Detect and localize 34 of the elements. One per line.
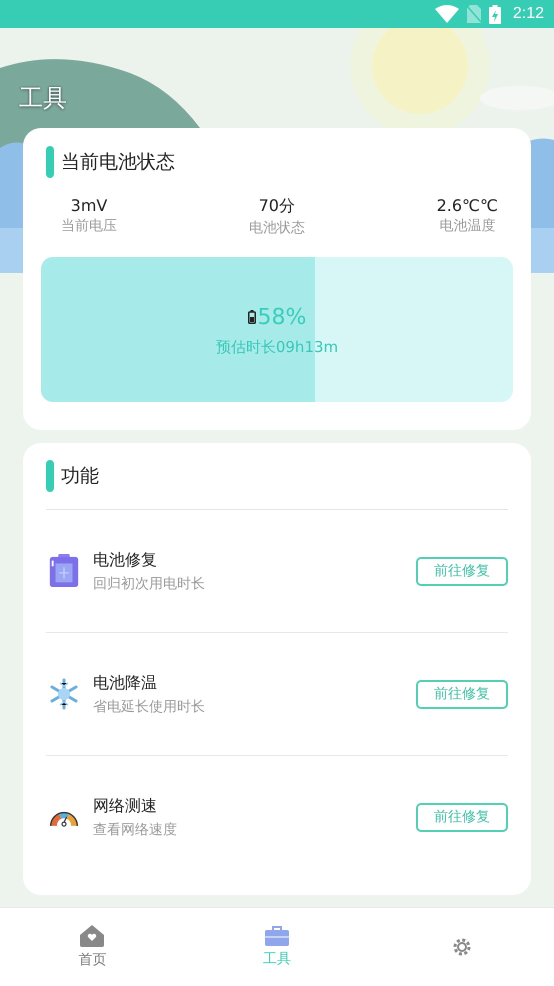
- repair-button[interactable]: 前往修复: [416, 802, 508, 832]
- clock-time: 2:12: [512, 5, 544, 23]
- title-accent: [46, 146, 54, 178]
- card-title: 当前电池状态: [61, 150, 175, 175]
- feature-name: 网络测速: [93, 796, 158, 816]
- stat-label: 电池状态: [248, 219, 305, 237]
- stat-value: 3mV: [70, 196, 108, 215]
- page-title: 工具: [19, 83, 67, 114]
- feature-name: 电池降温: [93, 672, 158, 694]
- card-title: 功能: [61, 464, 99, 489]
- stat-value: 2.6℃℃: [436, 196, 498, 215]
- feature-description: 省电延长使用时长: [93, 698, 206, 716]
- battery-charging-icon: [488, 4, 501, 24]
- repair-button[interactable]: 前往修复: [416, 556, 508, 586]
- no-sim-icon: [466, 5, 481, 23]
- battery-icon: [248, 310, 256, 324]
- feature-description: 回归初次用电时长: [93, 574, 206, 592]
- snowflake-icon: [48, 677, 80, 711]
- stat-value: 70分: [258, 196, 295, 217]
- estimated-time: 预估时长09h13m: [216, 338, 338, 356]
- home-icon: [80, 925, 104, 947]
- title-accent: [46, 460, 54, 492]
- gear-icon: [450, 936, 473, 958]
- wifi-icon: [434, 5, 459, 23]
- battery-percent: 58%: [258, 304, 306, 330]
- stat-label: 电池温度: [439, 217, 496, 235]
- toolbox-icon: [265, 926, 289, 946]
- feature-description: 查看网络速度: [93, 820, 178, 838]
- stat-label: 当前电压: [61, 217, 117, 235]
- repair-button[interactable]: 前往修复: [416, 680, 508, 708]
- feature-name: 电池修复: [93, 550, 158, 570]
- battery-icon: [48, 554, 80, 588]
- nav-tab[interactable]: 首页: [0, 908, 185, 986]
- nav-tab[interactable]: 工具: [184, 908, 370, 986]
